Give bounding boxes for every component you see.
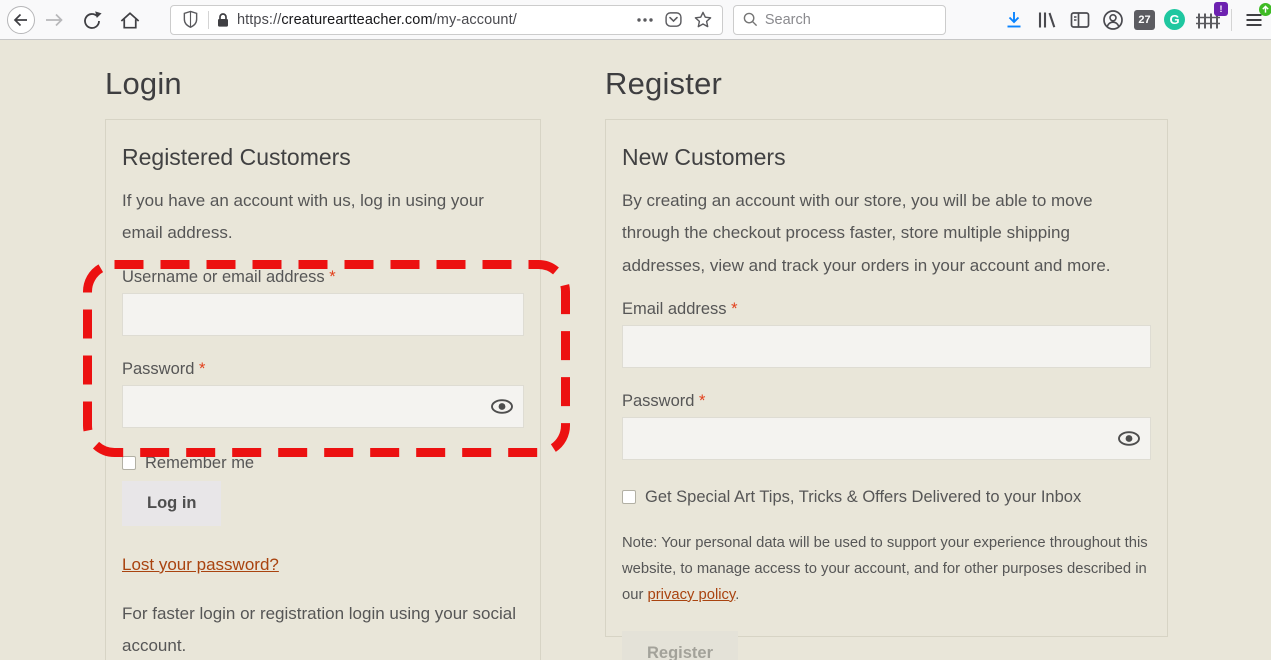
register-password-label: Password * [622,391,706,410]
back-icon [7,5,35,34]
remember-me-label: Remember me [145,453,255,472]
login-panel: Registered Customers If you have an acco… [105,119,541,660]
url-scheme: https:// [237,11,282,28]
update-available-badge [1259,2,1271,16]
url-domain: creatureartteacher.com [281,11,433,28]
page-actions-icon[interactable] [634,9,656,31]
email-label: Email address * [622,299,738,318]
login-section: Login Registered Customers If you have a… [105,40,541,660]
url-path: /my-account/ [432,11,517,28]
address-bar[interactable]: https://creatureartteacher.com/my-accoun… [170,4,723,35]
register-intro-text: By creating an account with our store, y… [622,191,1111,275]
library-icon [1038,12,1056,28]
required-asterisk: * [199,359,206,378]
username-label: Username or email address * [122,267,336,286]
tracking-protection-shield-icon[interactable] [179,9,201,31]
page-content: Login Registered Customers If you have a… [0,40,1271,660]
required-asterisk: * [731,299,738,318]
eye-icon [1118,431,1140,446]
register-section: Register New Customers By creating an ac… [605,40,1168,660]
library-button[interactable] [1035,8,1059,32]
login-password-wrap [122,384,524,428]
login-panel-title: Registered Customers [122,144,351,170]
login-title: Login [105,66,182,101]
toolbar-right-icons: 27 G ! [1002,1,1271,32]
privacy-note: Note: Your personal data will be used to… [622,534,1148,603]
grammarly-button[interactable]: G [1164,9,1185,30]
forward-icon [46,13,63,26]
show-password-toggle[interactable] [486,391,518,421]
required-asterisk: * [699,391,706,410]
search-input[interactable] [764,11,936,28]
register-password-wrap [622,416,1151,460]
show-password-toggle[interactable] [1113,423,1145,453]
alert-badge: ! [1214,1,1228,16]
register-password-input[interactable] [622,416,1151,460]
lost-password-link[interactable]: Lost your password? [122,555,279,575]
extension-27-button[interactable]: 27 [1134,9,1155,30]
register-button[interactable]: Register [622,630,739,660]
sidebar-button[interactable] [1068,8,1092,32]
account-button[interactable] [1101,8,1125,32]
extension-27-icon: 27 [1134,9,1155,30]
bookmark-star-icon[interactable] [692,9,714,31]
account-icon [1103,9,1123,30]
privacy-policy-link[interactable]: privacy policy [648,587,736,603]
downloads-button[interactable] [1002,8,1026,32]
fence-extension-button[interactable]: ! [1194,1,1228,32]
sidebar-icon [1070,11,1090,28]
login-intro-text: If you have an account with us, log in u… [122,191,484,243]
urlbar-divider [208,10,209,29]
log-in-button[interactable]: Log in [122,480,222,526]
home-button[interactable] [118,8,142,32]
search-icon [743,12,758,27]
eye-icon [491,398,513,414]
required-asterisk: * [329,267,336,286]
newsletter-checkbox[interactable] [622,490,636,505]
download-icon [1007,11,1021,27]
toolbar-separator [1231,8,1232,31]
pocket-icon[interactable] [663,9,685,31]
login-password-label: Password * [122,359,206,378]
browser-window: https://creatureartteacher.com/my-accoun… [0,0,1271,660]
newsletter-row: Get Special Art Tips, Tricks & Offers De… [622,488,1151,507]
remember-me-checkbox[interactable] [122,456,136,471]
register-title: Register [605,66,723,101]
reload-button[interactable] [80,8,104,32]
register-panel-title: New Customers [622,144,786,170]
social-login-text: For faster login or registration login u… [122,603,517,655]
remember-me-row: Remember me [122,454,524,473]
back-button[interactable] [6,5,36,35]
url-text: https://creatureartteacher.com/my-accoun… [237,12,627,28]
reload-icon [84,10,102,29]
lock-icon [216,12,230,28]
up-arrow-icon [1262,4,1269,13]
email-input[interactable] [622,324,1151,368]
login-password-input[interactable] [122,384,524,428]
grammarly-icon: G [1164,9,1185,30]
newsletter-label: Get Special Art Tips, Tricks & Offers De… [645,487,1082,506]
forward-button[interactable] [42,8,66,32]
browser-toolbar: https://creatureartteacher.com/my-accoun… [0,0,1271,40]
register-panel: New Customers By creating an account wit… [605,119,1168,660]
home-icon [120,11,140,29]
username-input[interactable] [122,292,524,336]
search-bar[interactable] [732,4,946,35]
menu-button[interactable] [1243,2,1271,31]
